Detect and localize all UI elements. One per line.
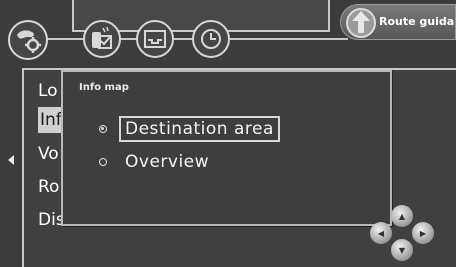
map-settings-icon bbox=[17, 30, 41, 53]
phone-icon bbox=[92, 26, 112, 49]
radio-unchecked-icon bbox=[99, 158, 107, 166]
joystick-up-button[interactable]: ▲ bbox=[391, 205, 413, 227]
map-settings-button[interactable] bbox=[8, 20, 48, 60]
display-icon bbox=[144, 30, 166, 48]
phone-button[interactable] bbox=[83, 20, 121, 58]
option-label: Overview bbox=[125, 152, 210, 172]
menu-item-4[interactable]: Ro bbox=[38, 174, 59, 200]
top-bar: Route guidance bbox=[0, 0, 456, 60]
joystick-left-button[interactable]: ◀ bbox=[370, 222, 392, 244]
left-arrow-icon[interactable] bbox=[8, 155, 14, 165]
menu-item-2[interactable]: Inf bbox=[38, 107, 62, 133]
nav-screen: Route guidance Lo Inf Vo Ro Dis Info map… bbox=[0, 0, 456, 267]
clock-icon bbox=[201, 29, 221, 49]
joystick-right-button[interactable]: ▶ bbox=[412, 222, 434, 244]
option-destination-area[interactable]: Destination area bbox=[99, 116, 280, 142]
joystick-down-button[interactable]: ▼ bbox=[391, 239, 413, 261]
option-label: Destination area bbox=[119, 116, 280, 142]
route-arrow-icon bbox=[346, 8, 376, 38]
radio-checked-icon bbox=[99, 125, 107, 133]
popup-title: Info map bbox=[79, 82, 129, 93]
route-guidance-button[interactable]: Route guidance bbox=[340, 4, 456, 40]
display-button[interactable] bbox=[136, 20, 174, 58]
clock-button[interactable] bbox=[192, 20, 230, 58]
route-guidance-label: Route guidance bbox=[379, 15, 455, 28]
info-map-popup: Info map Destination area Overview bbox=[61, 70, 392, 226]
joystick-icon[interactable]: ▲ ◀ ▶ ▼ bbox=[370, 205, 434, 261]
menu-item-3[interactable]: Vo bbox=[38, 141, 59, 167]
option-overview[interactable]: Overview bbox=[99, 149, 215, 175]
menu-item-1[interactable]: Lo bbox=[38, 78, 58, 104]
